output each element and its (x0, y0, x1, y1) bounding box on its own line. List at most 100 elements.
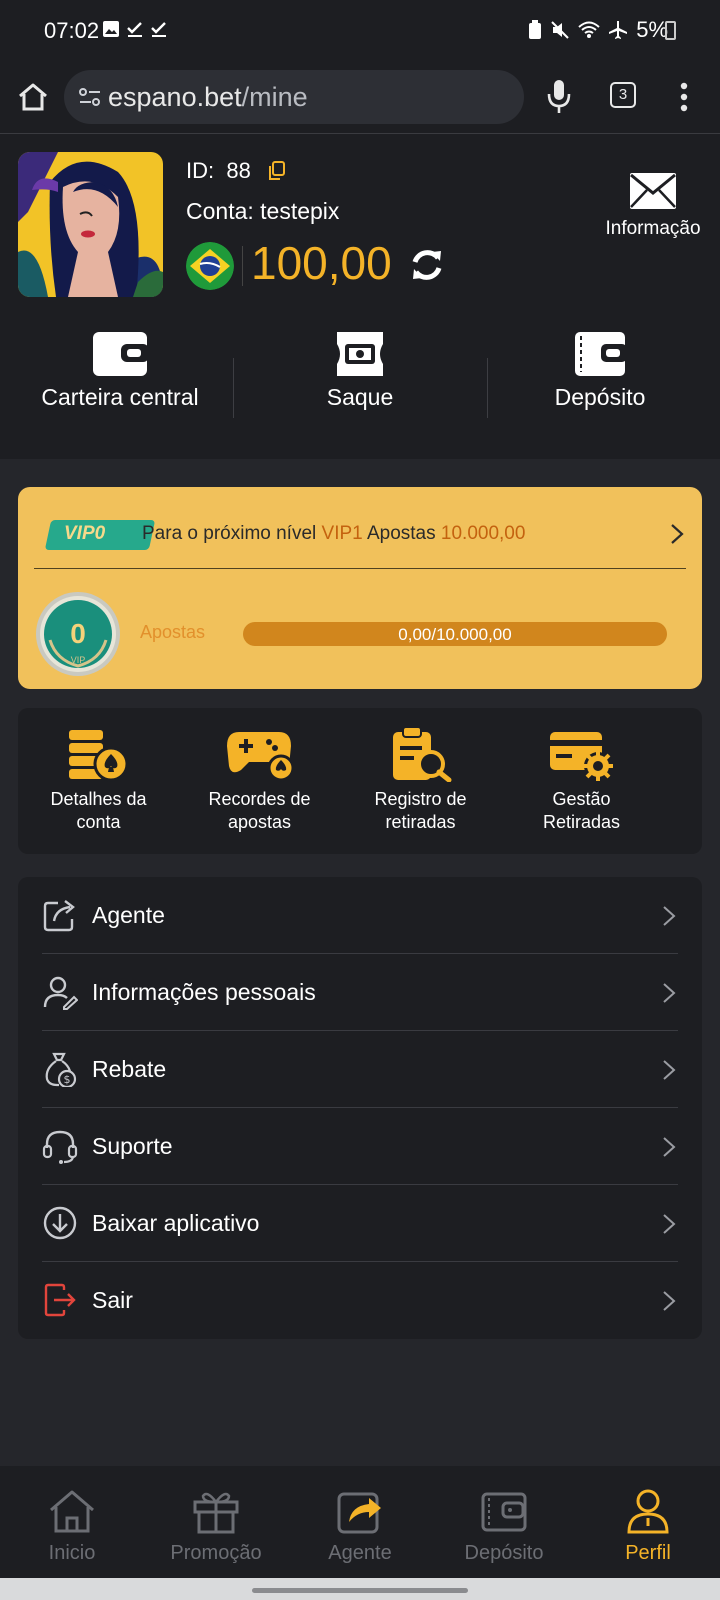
system-icons: 5% (528, 17, 668, 43)
vip-bets-word: Apostas (366, 523, 436, 544)
avatar[interactable] (18, 152, 163, 297)
nav-home[interactable]: Inicio (0, 1466, 144, 1578)
divider (34, 568, 686, 569)
gallery-icon (103, 21, 119, 37)
cash-icon (337, 332, 383, 376)
user-edit-icon (43, 976, 78, 1010)
chevron-right-icon (663, 1214, 676, 1234)
wallet-icon (93, 332, 149, 376)
user-icon (627, 1489, 669, 1534)
quick-links: Detalhes da conta Recordes de apostas Re… (18, 708, 702, 854)
chevron-right-icon (671, 524, 684, 544)
divider (233, 358, 234, 418)
wallet-icon (481, 1492, 527, 1532)
microphone-icon[interactable] (546, 78, 572, 116)
nav-deposit[interactable]: Depósito (432, 1466, 576, 1578)
central-wallet-label: Carteira central (41, 384, 199, 410)
copy-icon[interactable] (266, 160, 286, 182)
status-bar: 07:02 5% (0, 0, 720, 62)
wallet-card-icon (575, 332, 627, 376)
clipboard-search-icon (392, 726, 451, 782)
share-icon (337, 1492, 381, 1534)
withdrawal-management-label: Gestão Retiradas (542, 789, 621, 832)
site-settings-icon[interactable] (78, 86, 102, 108)
menu-item-label: Suporte (92, 1133, 173, 1159)
chevron-right-icon (663, 1291, 676, 1311)
account-details-button[interactable]: Detalhes da conta (18, 708, 179, 854)
profile-menu: Agente Informações pessoais $ Rebate Sup… (18, 877, 702, 1339)
bet-records-button[interactable]: Recordes de apostas (179, 708, 340, 854)
url-text: espano.bet/mine (108, 82, 308, 113)
user-id-label: ID: (186, 158, 215, 183)
menu-item-logout[interactable]: Sair (42, 1262, 678, 1339)
vip-medal-level: 0 (70, 618, 86, 649)
logout-icon (44, 1283, 76, 1317)
coins-spade-icon (68, 730, 128, 782)
menu-item-download-app[interactable]: Baixar aplicativo (42, 1185, 678, 1262)
refresh-icon[interactable] (408, 246, 446, 284)
battery-icon (665, 21, 676, 40)
information-label: Informação (605, 218, 701, 239)
vip-next-level: VIP1 (321, 523, 363, 544)
withdrawal-management-button[interactable]: Gestão Retiradas (501, 708, 662, 854)
divider (242, 246, 243, 286)
brazil-flag-icon (186, 242, 234, 290)
menu-item-label: Informações pessoais (92, 979, 316, 1005)
vip-next-prefix: Para o próximo nível (142, 523, 317, 544)
vip-next-level-text: Para o próximo nível VIP1 Apostas 10.000… (142, 523, 525, 545)
address-bar[interactable]: espano.bet/mine (64, 70, 524, 124)
battery-percent: 5% (636, 17, 668, 42)
airplane-icon (609, 21, 628, 39)
withdrawal-history-button[interactable]: Registro de retiradas (340, 708, 501, 854)
nav-promotion[interactable]: Promoção (144, 1466, 288, 1578)
menu-item-agent[interactable]: Agente (42, 877, 678, 954)
information-button[interactable]: Informação (598, 172, 708, 240)
gesture-handle[interactable] (252, 1588, 468, 1593)
battery-saver-icon (529, 20, 542, 39)
wallet-actions: Carteira central Saque Depósito (0, 330, 720, 430)
status-time: 07:02 (44, 18, 100, 43)
tab-switcher-button[interactable]: 3 (610, 82, 636, 108)
money-bag-icon: $ (45, 1052, 77, 1087)
balance-amount: 100,00 (251, 237, 392, 289)
menu-item-rebate[interactable]: $ Rebate (42, 1031, 678, 1108)
vip-medal-icon: 0 VIP (36, 592, 120, 676)
chevron-right-icon (663, 1137, 676, 1157)
account-name: Conta: testepix (186, 198, 340, 224)
bets-progress-text: 0,00/10.000,00 (398, 625, 512, 644)
url-domain: espano.bet (108, 82, 242, 112)
user-id: ID: 88 (186, 158, 251, 184)
gift-icon (193, 1492, 239, 1534)
nav-label: Perfil (625, 1542, 671, 1564)
withdrawal-history-label: Registro de retiradas (374, 789, 467, 832)
home-icon (50, 1490, 94, 1533)
chevron-right-icon (663, 1060, 676, 1080)
withdraw-button[interactable]: Saque (240, 330, 480, 430)
svg-text:$: $ (64, 1073, 71, 1086)
url-path: /mine (241, 82, 308, 112)
nav-agent[interactable]: Agente (288, 1466, 432, 1578)
home-icon[interactable] (16, 80, 50, 114)
browser-toolbar: espano.bet/mine 3 (0, 62, 720, 134)
nav-profile[interactable]: Perfil (576, 1466, 720, 1578)
nav-label: Promoção (170, 1542, 262, 1564)
notification-icons (102, 20, 168, 38)
vip-medal-text: VIP (71, 655, 86, 665)
menu-item-label: Agente (92, 902, 165, 928)
nav-label: Depósito (464, 1542, 544, 1564)
account-details-label: Detalhes da conta (50, 789, 147, 832)
headset-icon (42, 1130, 78, 1164)
menu-item-label: Sair (92, 1287, 133, 1313)
menu-item-label: Baixar aplicativo (92, 1210, 260, 1236)
bets-progress-label: Apostas (140, 622, 206, 642)
more-options-icon[interactable] (680, 82, 688, 112)
card-gear-icon (549, 732, 613, 781)
gamepad-icon (226, 732, 294, 782)
vip-card[interactable]: VIP 0 Para o próximo nível VIP1 Apostas 1… (18, 487, 702, 689)
deposit-button[interactable]: Depósito (480, 330, 720, 430)
central-wallet-button[interactable]: Carteira central (0, 330, 240, 430)
wifi-icon (578, 21, 600, 38)
menu-item-support[interactable]: Suporte (42, 1108, 678, 1185)
nav-label: Agente (328, 1542, 392, 1564)
menu-item-personal-info[interactable]: Informações pessoais (42, 954, 678, 1031)
